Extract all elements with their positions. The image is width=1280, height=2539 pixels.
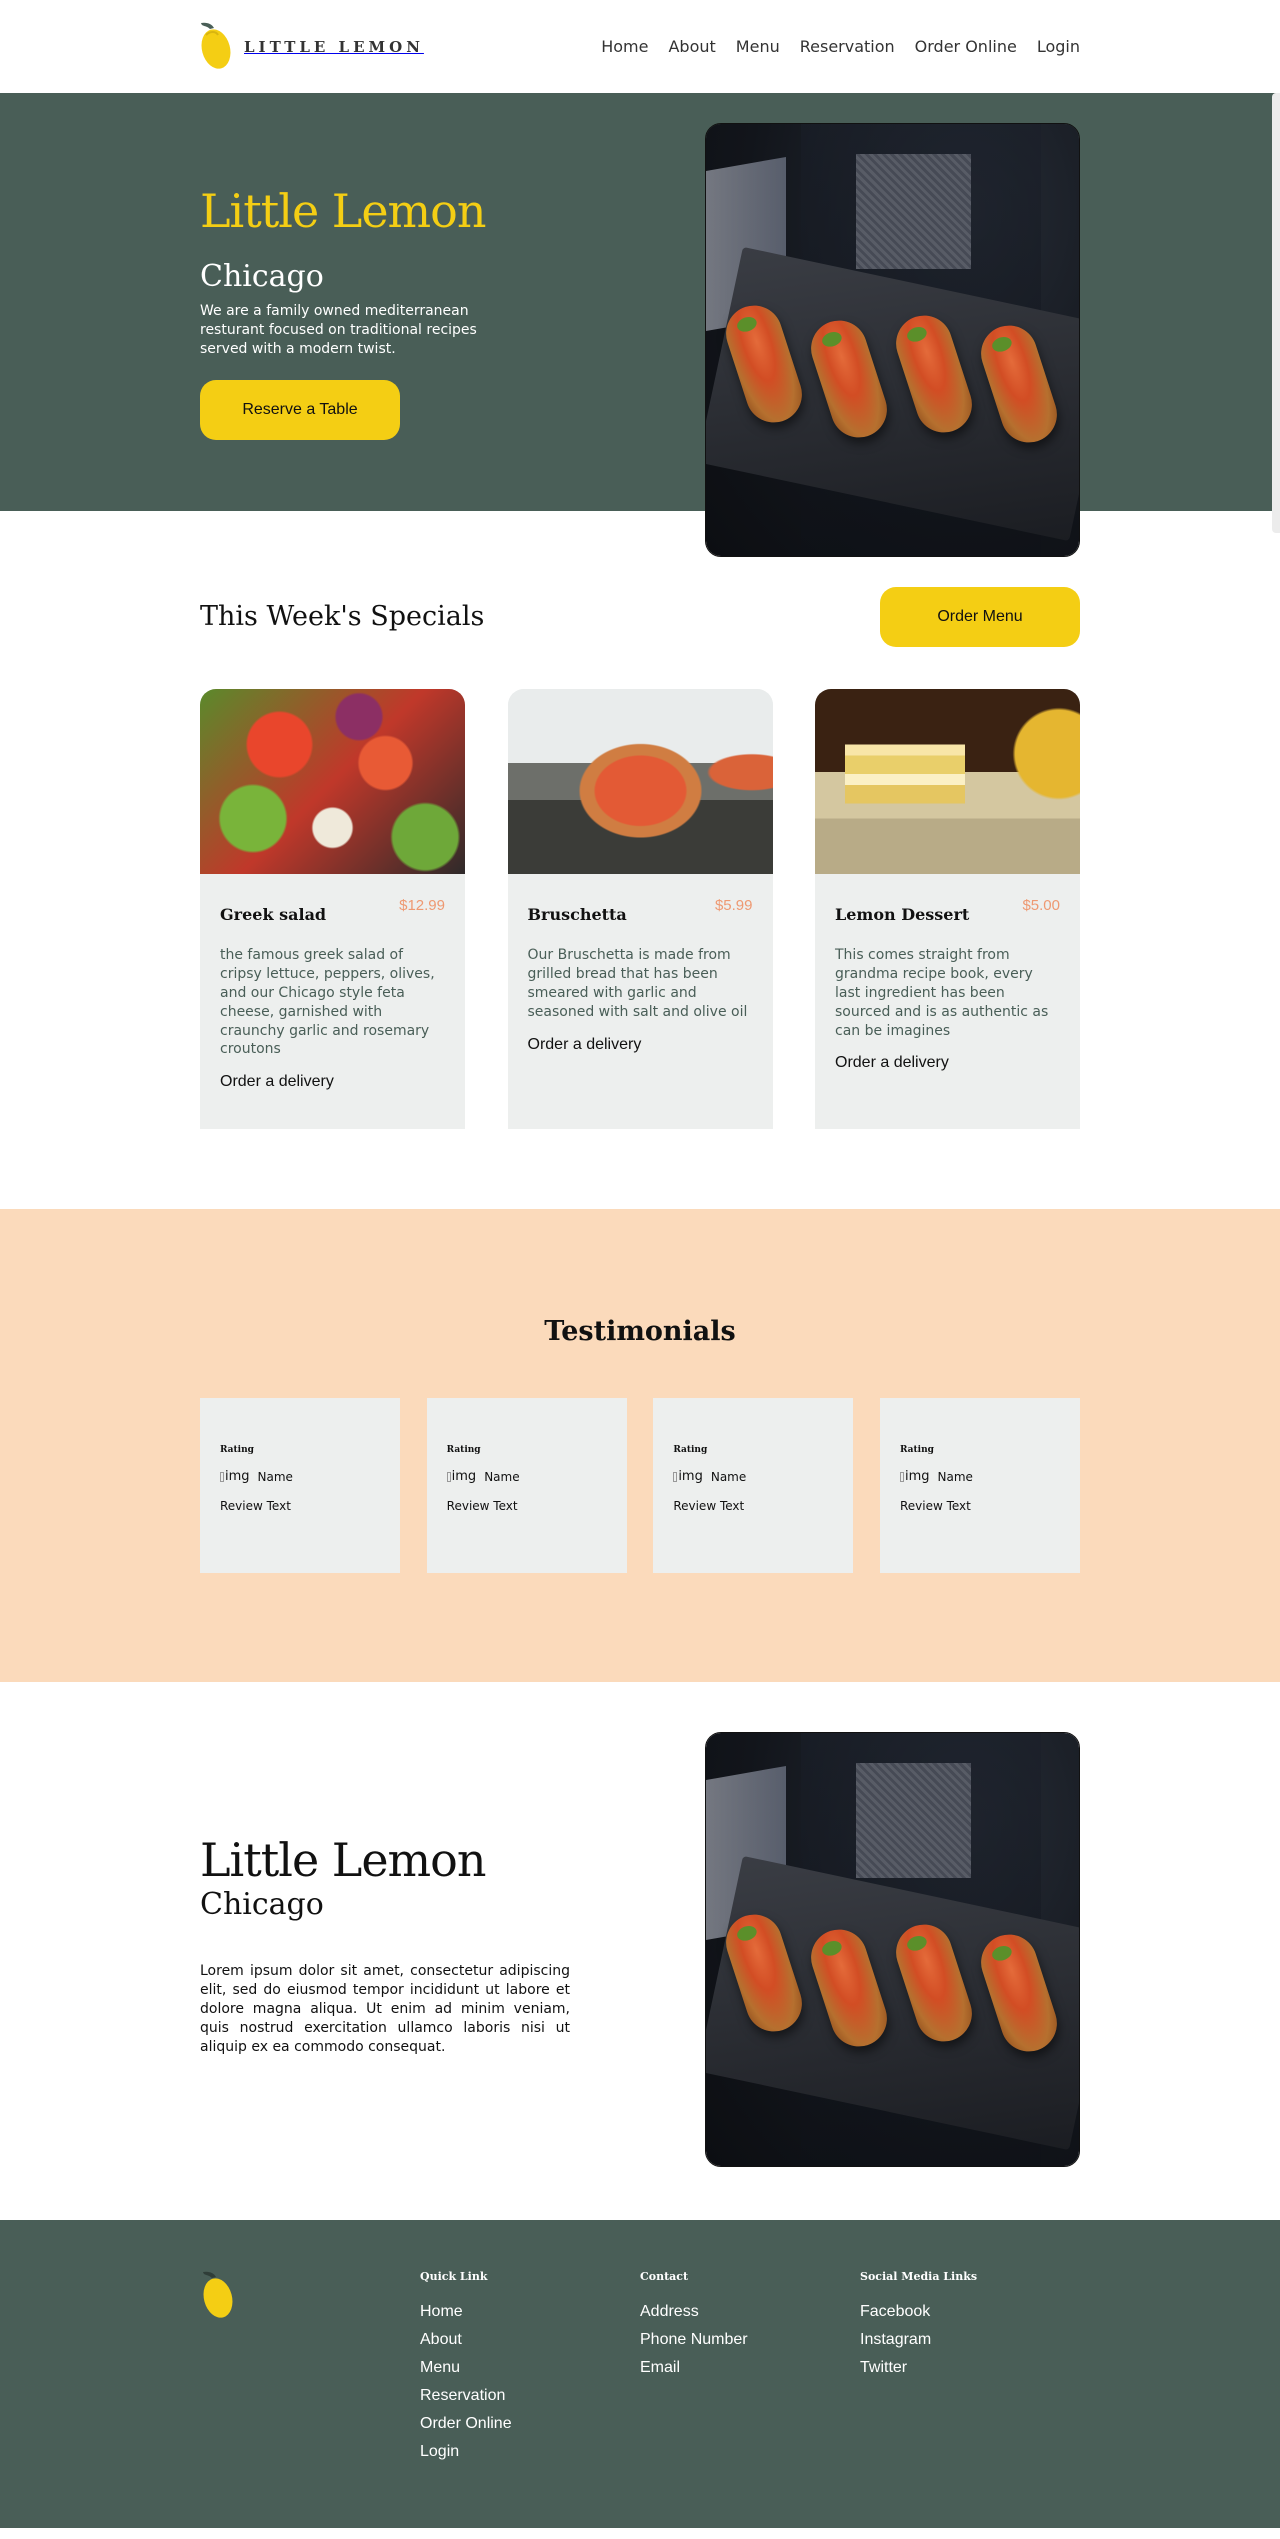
- avatar: img: [220, 1469, 250, 1484]
- testimonial-card: Rating img Name Review Text: [426, 1398, 627, 1573]
- footer-quick-links: Quick Link Home About Menu Reservation O…: [420, 2270, 640, 2471]
- card-description: the famous greek salad of cripsy lettuce…: [220, 947, 435, 1058]
- footer-heading: Contact: [640, 2270, 689, 2283]
- testimonial-card: Rating img Name Review Text: [653, 1398, 854, 1573]
- specials-title: This Week's Specials: [200, 601, 485, 632]
- lemon-logo-icon: [203, 2271, 233, 2318]
- testimonial-name: Name: [937, 1469, 973, 1484]
- testimonial-review: Review Text: [899, 1499, 971, 1513]
- card-price: $12.99: [399, 897, 445, 914]
- testimonial-cards: Rating img Name Review Text Rating img N…: [200, 1398, 1080, 1573]
- menu-item: Login: [1037, 37, 1080, 57]
- card-description: This comes straight from grandma recipe …: [835, 947, 1049, 1039]
- testimonial-rating: Rating: [899, 1445, 934, 1455]
- top-navigation: LITTLE LEMON Home About Menu Reservation…: [0, 0, 1280, 93]
- about-description: Lorem ipsum dolor sit amet, consectetur …: [200, 1963, 570, 2055]
- lemon-dessert-image: [815, 689, 1080, 874]
- footer-link-phone[interactable]: Phone Number: [640, 2331, 748, 2348]
- footer-link-reservation[interactable]: Reservation: [420, 2387, 505, 2404]
- testimonial-rating: Rating: [220, 1445, 254, 1455]
- footer-logo: [200, 2270, 420, 2471]
- hero-title: Little Lemon: [200, 184, 487, 238]
- testimonial-rating: Rating: [446, 1445, 481, 1455]
- testimonial-card: Rating img Name Review Text: [200, 1398, 400, 1573]
- footer-link-home[interactable]: Home: [420, 2303, 463, 2320]
- testimonial-review: Review Text: [673, 1499, 745, 1513]
- about-image: [705, 1732, 1080, 2167]
- hero-text: Little Lemon Chicago We are a family own…: [200, 188, 500, 440]
- specials-section: This Week's Specials Order Menu Greek sa…: [0, 511, 1280, 1129]
- footer-contact: Contact Address Phone Number Email: [640, 2270, 860, 2471]
- footer-link-order-online[interactable]: Order Online: [420, 2415, 512, 2432]
- testimonials-section: Testimonials Rating img Name Review Text…: [0, 1209, 1280, 1682]
- site-footer: Quick Link Home About Menu Reservation O…: [0, 2220, 1280, 2528]
- about-title: Little Lemon: [200, 1833, 487, 1887]
- about-section: Little Lemon Chicago Lorem ipsum dolor s…: [0, 1682, 1280, 2220]
- specials-cards: Greek salad $12.99 the famous greek sala…: [200, 666, 1080, 1129]
- page-scrollbar[interactable]: [1272, 93, 1280, 533]
- order-delivery-link[interactable]: Order a delivery: [528, 1036, 753, 1054]
- card-title: Lemon Dessert: [835, 905, 970, 924]
- brand-name: LITTLE LEMON: [244, 37, 424, 56]
- special-card-greek-salad: Greek salad $12.99 the famous greek sala…: [200, 689, 465, 1129]
- brand-logo-link[interactable]: LITTLE LEMON: [200, 21, 424, 73]
- nav-link-order-online[interactable]: Order Online: [915, 37, 1017, 56]
- testimonial-name: Name: [484, 1469, 520, 1484]
- hero-description: We are a family owned mediterranean rest…: [200, 303, 477, 357]
- testimonial-name: Name: [710, 1469, 747, 1484]
- testimonials-title: Testimonials: [544, 1316, 736, 1347]
- footer-heading: Social Media Links: [860, 2270, 978, 2283]
- footer-link-twitter[interactable]: Twitter: [860, 2359, 907, 2376]
- avatar: img: [899, 1469, 930, 1484]
- restaurant-food-photo: [706, 124, 1079, 556]
- hero-subtitle: Chicago: [200, 259, 324, 294]
- nav-link-home[interactable]: Home: [601, 37, 648, 56]
- order-delivery-link[interactable]: Order a delivery: [220, 1073, 445, 1091]
- hero-section: Little Lemon Chicago We are a family own…: [0, 93, 1280, 557]
- card-price: $5.99: [714, 897, 753, 914]
- special-card-bruschetta: Bruschetta $5.99 Our Bruschetta is made …: [507, 689, 773, 1129]
- footer-link-menu[interactable]: Menu: [420, 2359, 460, 2376]
- about-subtitle: Chicago: [200, 1887, 324, 1922]
- menu-item: Order Online: [915, 37, 1017, 57]
- order-menu-button[interactable]: Order Menu: [880, 586, 1080, 647]
- greek-salad-image: [200, 689, 465, 874]
- menu-item: About: [668, 37, 715, 57]
- nav-link-login[interactable]: Login: [1037, 37, 1080, 56]
- avatar: img: [673, 1469, 703, 1484]
- footer-link-about[interactable]: About: [420, 2331, 462, 2348]
- footer-social: Social Media Links Facebook Instagram Tw…: [860, 2270, 1080, 2471]
- menu-item: Reservation: [800, 37, 895, 57]
- menu-item: Menu: [736, 37, 780, 57]
- hero-image: [705, 123, 1080, 557]
- main-menu: Home About Menu Reservation Order Online…: [601, 37, 1080, 57]
- card-price: $5.00: [1022, 897, 1060, 914]
- special-card-lemon-dessert: Lemon Dessert $5.00 This comes straight …: [815, 689, 1080, 1129]
- lemon-logo-icon: [201, 22, 231, 69]
- testimonial-review: Review Text: [220, 1499, 291, 1513]
- restaurant-food-photo: [706, 1733, 1079, 2166]
- footer-link-instagram[interactable]: Instagram: [860, 2331, 931, 2348]
- testimonial-rating: Rating: [673, 1445, 708, 1455]
- footer-link-facebook[interactable]: Facebook: [860, 2303, 930, 2320]
- footer-heading: Quick Link: [420, 2270, 488, 2283]
- footer-link-address[interactable]: Address: [640, 2303, 699, 2320]
- nav-link-menu[interactable]: Menu: [736, 37, 780, 56]
- bruschetta-image: [507, 689, 773, 874]
- testimonial-name: Name: [257, 1469, 293, 1484]
- menu-item: Home: [601, 37, 648, 57]
- card-title: Greek salad: [220, 905, 327, 924]
- testimonial-card: Rating img Name Review Text: [879, 1398, 1080, 1573]
- testimonial-review: Review Text: [446, 1499, 518, 1513]
- reserve-table-button[interactable]: Reserve a Table: [200, 379, 400, 440]
- about-text-block: Little Lemon Chicago Lorem ipsum dolor s…: [200, 1837, 570, 2056]
- nav-link-about[interactable]: About: [668, 37, 715, 56]
- avatar: img: [446, 1469, 476, 1484]
- card-title: Bruschetta: [527, 905, 627, 924]
- order-delivery-link[interactable]: Order a delivery: [835, 1054, 1060, 1072]
- nav-link-reservation[interactable]: Reservation: [800, 37, 895, 56]
- footer-link-email[interactable]: Email: [640, 2359, 680, 2376]
- card-description: Our Bruschetta is made from grilled brea…: [527, 947, 748, 1020]
- footer-link-login[interactable]: Login: [420, 2443, 459, 2460]
